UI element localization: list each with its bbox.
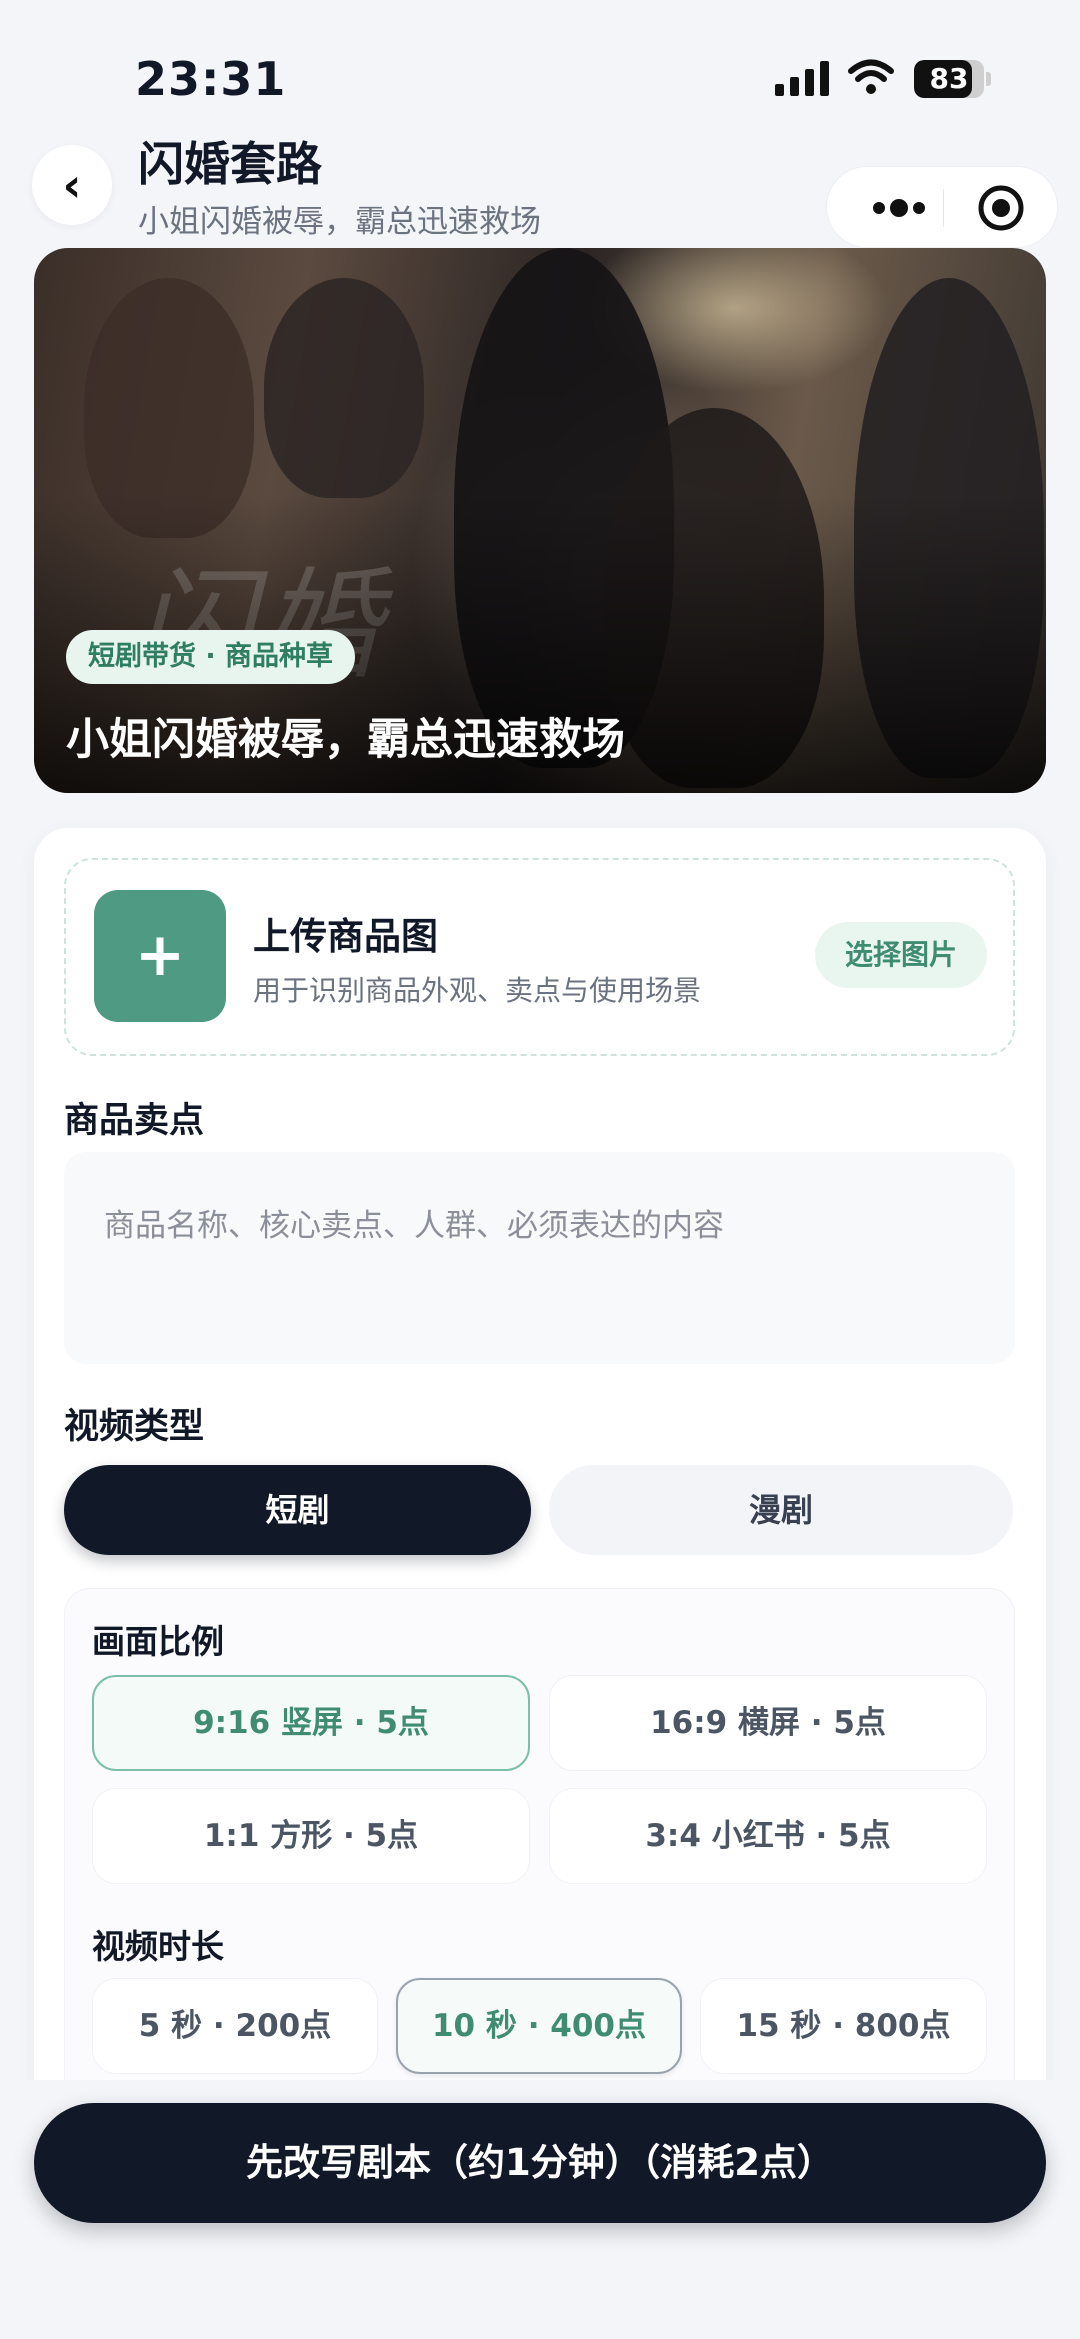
wifi-icon xyxy=(848,59,894,94)
duration-option-15s[interactable]: 15 秒 · 800点 xyxy=(700,1978,987,2074)
upload-title: 上传商品图 xyxy=(253,915,438,958)
selling-points-placeholder: 商品名称、核心卖点、人群、必须表达的内容 xyxy=(104,1208,724,1244)
video-type-comic-drama[interactable]: 漫剧 xyxy=(549,1465,1013,1555)
upload-description: 用于识别商品外观、卖点与使用场景 xyxy=(253,974,702,1007)
figure-man-left xyxy=(264,278,424,498)
plus-icon: + xyxy=(134,920,186,990)
ratio-option-16-9[interactable]: 16:9 横屏 · 5点 xyxy=(549,1675,987,1771)
battery-indicator: 83 xyxy=(914,60,984,98)
more-icon[interactable] xyxy=(857,167,937,249)
video-type-short-drama[interactable]: 短剧 xyxy=(64,1465,531,1555)
selling-points-input[interactable]: 商品名称、核心卖点、人群、必须表达的内容 xyxy=(64,1152,1015,1364)
back-button[interactable]: ‹ xyxy=(32,145,112,225)
status-time: 23:31 xyxy=(135,52,287,106)
miniprogram-capsule xyxy=(826,166,1058,248)
upload-plus-button[interactable]: + xyxy=(94,890,226,1022)
banner-tag: 短剧带货 · 商品种草 xyxy=(66,630,356,684)
choose-image-button[interactable]: 选择图片 xyxy=(815,922,987,988)
battery-nub xyxy=(986,72,991,86)
aspect-ratio-label: 画面比例 xyxy=(92,1622,224,1661)
duration-option-5s[interactable]: 5 秒 · 200点 xyxy=(92,1978,378,2074)
ratio-option-1-1[interactable]: 1:1 方形 · 5点 xyxy=(92,1788,530,1884)
banner-title: 小姐闪婚被辱，霸总迅速救场 xyxy=(66,715,625,765)
page-title: 闪婚套路 xyxy=(138,137,322,191)
video-type-label: 视频类型 xyxy=(64,1407,205,1447)
ratio-option-3-4[interactable]: 3:4 小红书 · 5点 xyxy=(549,1788,987,1884)
cellular-signal-icon xyxy=(775,61,829,96)
rewrite-script-button[interactable]: 先改写剧本（约1分钟）（消耗2点） xyxy=(34,2103,1046,2223)
close-target-icon[interactable] xyxy=(977,184,1025,232)
duration-option-10s[interactable]: 10 秒 · 400点 xyxy=(396,1978,682,2074)
selling-points-label: 商品卖点 xyxy=(64,1101,205,1141)
duration-label: 视频时长 xyxy=(92,1927,224,1966)
ratio-option-9-16[interactable]: 9:16 竖屏 · 5点 xyxy=(92,1675,530,1771)
page-subtitle: 小姐闪婚被辱，霸总迅速救场 xyxy=(138,204,541,240)
chevron-left-icon: ‹ xyxy=(62,158,82,212)
battery-percent: 83 xyxy=(929,62,969,95)
capsule-divider xyxy=(943,189,944,227)
